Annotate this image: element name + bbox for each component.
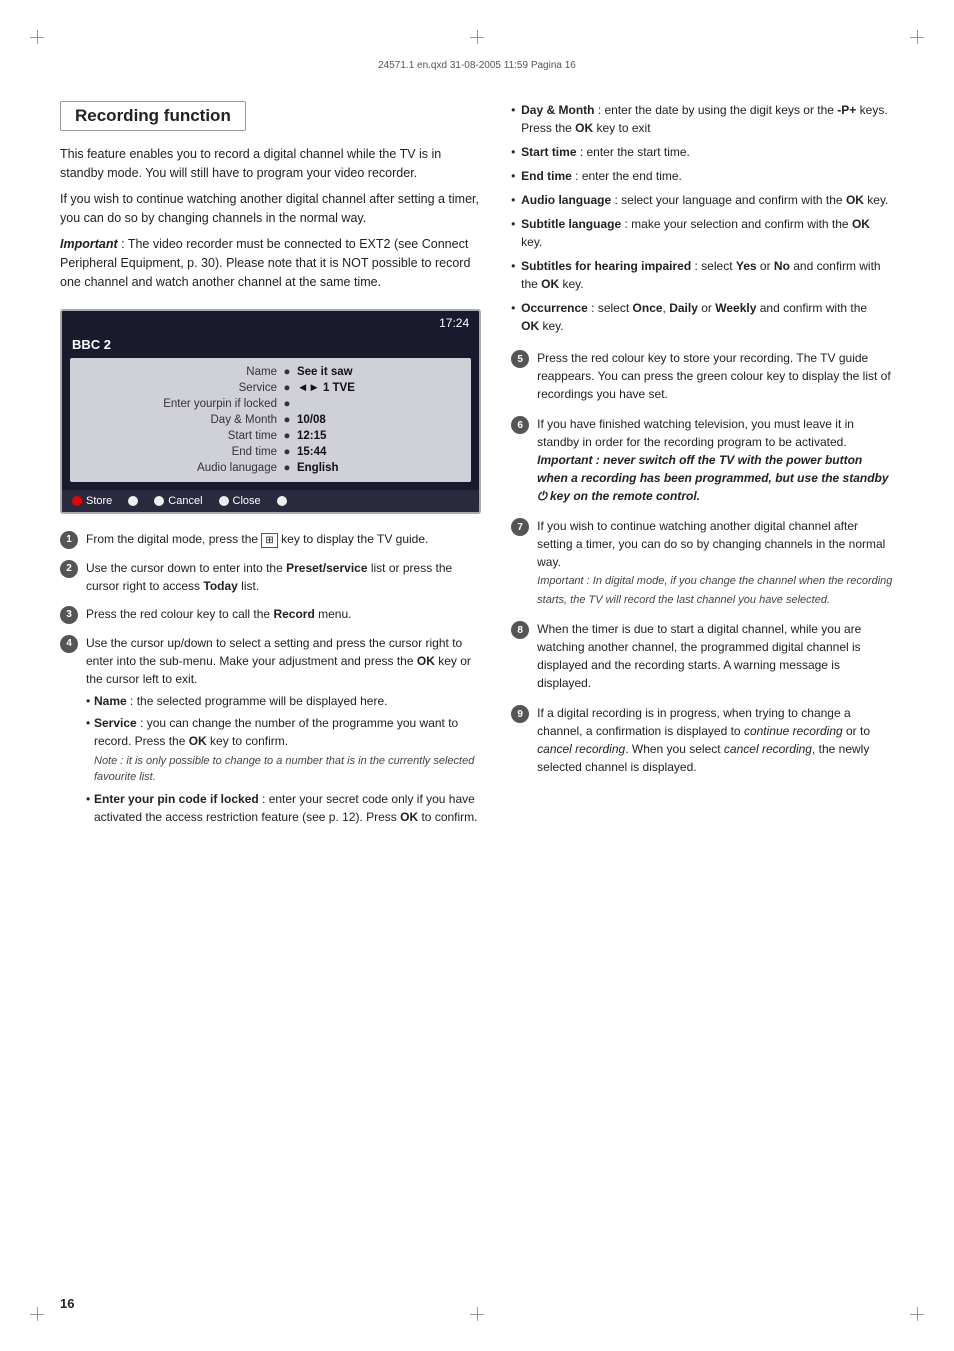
section-title: Recording function (75, 106, 231, 125)
tv-row-start: Start time ● 12:15 (80, 428, 461, 444)
crosshair-tl (30, 30, 44, 44)
step-4: 4 Use the cursor up/down to select a set… (60, 634, 481, 830)
step-2: 2 Use the cursor down to enter into the … (60, 559, 481, 595)
right-step-content-7: If you wish to continue watching another… (537, 517, 894, 608)
content-area: Recording function This feature enables … (60, 101, 894, 840)
meta-line: 24571.1 en.qxd 31-08-2005 11:59 Pagina 1… (60, 60, 894, 71)
tv-top-bar: 17:24 (62, 311, 479, 335)
tv-row-audio: Audio lanugage ● English (80, 460, 461, 476)
crosshair-br (910, 1307, 924, 1321)
intro-para1: This feature enables you to record a dig… (60, 145, 481, 184)
white-dot-3 (219, 496, 229, 506)
tv-time: 17:24 (439, 316, 469, 330)
right-bullets: Day & Month : enter the date by using th… (511, 101, 894, 335)
bullet-pin: Enter your pin code if locked : enter yo… (86, 790, 481, 826)
red-dot (72, 496, 82, 506)
intro-para3-label: Important (60, 237, 118, 251)
tv-btn-spacer2 (277, 496, 287, 506)
white-dot-4 (277, 496, 287, 506)
tv-bottom-bar: Store Cancel Close (62, 490, 479, 512)
intro-para2: If you wish to continue watching another… (60, 190, 481, 229)
step-1: 1 From the digital mode, press the ⊞ key… (60, 530, 481, 549)
step-num-3: 3 (60, 606, 78, 624)
step-content-3: Press the red colour key to call the Rec… (86, 605, 481, 624)
white-dot-2 (154, 496, 164, 506)
rb-audio-lang: Audio language : select your language an… (511, 191, 894, 209)
page: 24571.1 en.qxd 31-08-2005 11:59 Pagina 1… (0, 0, 954, 1351)
rb-occurrence: Occurrence : select Once, Daily or Weekl… (511, 299, 894, 335)
rb-subtitles-impaired: Subtitles for hearing impaired : select … (511, 257, 894, 293)
tv-row-end: End time ● 15:44 (80, 444, 461, 460)
rb-day-month: Day & Month : enter the date by using th… (511, 101, 894, 137)
section-title-box: Recording function (60, 101, 246, 131)
intro-para3-text: : The video recorder must be connected t… (60, 237, 470, 290)
bullet-service: Service : you can change the number of t… (86, 714, 481, 786)
tv-row-service: Service ● ◄► 1 TVE (80, 380, 461, 396)
tv-row-day: Day & Month ● 10/08 (80, 412, 461, 428)
crosshair-tr (910, 30, 924, 44)
rb-start-time: Start time : enter the start time. (511, 143, 894, 161)
tv-btn-close: Close (219, 495, 261, 507)
tv-row-name: Name ● See it saw (80, 364, 461, 380)
rb-subtitle-lang: Subtitle language : make your selection … (511, 215, 894, 251)
right-step-7: 7 If you wish to continue watching anoth… (511, 517, 894, 608)
right-step-6: 6 If you have finished watching televisi… (511, 415, 894, 505)
tv-menu: Name ● See it saw Service ● ◄► 1 TVE Ent… (70, 358, 471, 482)
left-steps-list: 1 From the digital mode, press the ⊞ key… (60, 530, 481, 830)
white-dot-1 (128, 496, 138, 506)
right-step-content-9: If a digital recording is in progress, w… (537, 704, 894, 776)
step-3: 3 Press the red colour key to call the R… (60, 605, 481, 624)
right-step-8: 8 When the timer is due to start a digit… (511, 620, 894, 692)
right-step-num-5: 5 (511, 350, 529, 368)
page-number: 16 (60, 1296, 74, 1311)
tv-row-pin: Enter yourpin if locked ● (80, 396, 461, 412)
step-content-2: Use the cursor down to enter into the Pr… (86, 559, 481, 595)
right-step-num-8: 8 (511, 621, 529, 639)
step-content-1: From the digital mode, press the ⊞ key t… (86, 530, 481, 549)
right-step-num-9: 9 (511, 705, 529, 723)
step-num-2: 2 (60, 560, 78, 578)
right-column: Day & Month : enter the date by using th… (511, 101, 894, 840)
rb-end-time: End time : enter the end time. (511, 167, 894, 185)
intro-para3: Important : The video recorder must be c… (60, 235, 481, 293)
right-step-num-6: 6 (511, 416, 529, 434)
right-step-9: 9 If a digital recording is in progress,… (511, 704, 894, 776)
step-num-4: 4 (60, 635, 78, 653)
right-step-content-5: Press the red colour key to store your r… (537, 349, 894, 403)
right-step-content-8: When the timer is due to start a digital… (537, 620, 894, 692)
tv-screen: 17:24 BBC 2 Name ● See it saw Service ● … (60, 309, 481, 514)
left-column: Recording function This feature enables … (60, 101, 481, 840)
step-num-1: 1 (60, 531, 78, 549)
tv-channel-label: BBC 2 (62, 335, 479, 358)
crosshair-bl (30, 1307, 44, 1321)
crosshair-tc (470, 30, 484, 44)
right-step-content-6: If you have finished watching television… (537, 415, 894, 505)
tv-btn-spacer1 (128, 496, 138, 506)
step-4-bullets: Name : the selected programme will be di… (86, 692, 481, 826)
right-step-5: 5 Press the red colour key to store your… (511, 349, 894, 403)
tv-btn-cancel: Cancel (154, 495, 202, 507)
right-steps-list: 5 Press the red colour key to store your… (511, 349, 894, 776)
crosshair-bc (470, 1307, 484, 1321)
tv-btn-store: Store (72, 495, 112, 507)
step-content-4: Use the cursor up/down to select a setti… (86, 634, 481, 830)
bullet-name: Name : the selected programme will be di… (86, 692, 481, 710)
right-step-num-7: 7 (511, 518, 529, 536)
